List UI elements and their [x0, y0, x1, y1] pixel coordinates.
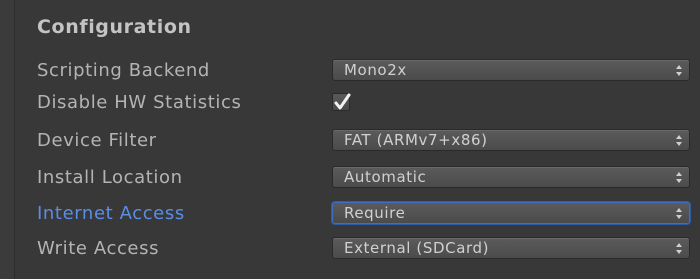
disable-hw-statistics-label: Disable HW Statistics	[37, 92, 242, 113]
configuration-panel: Configuration Scripting Backend Mono2x D…	[14, 0, 700, 279]
write-access-value: External (SDCard)	[344, 239, 490, 257]
install-location-row: Install Location Automatic	[15, 164, 700, 194]
internet-access-row: Internet Access Require	[15, 200, 700, 230]
scripting-backend-dropdown[interactable]: Mono2x	[332, 59, 690, 81]
install-location-dropdown[interactable]: Automatic	[332, 166, 690, 188]
write-access-row: Write Access External (SDCard)	[15, 235, 700, 265]
scripting-backend-label: Scripting Backend	[37, 60, 210, 81]
section-title: Configuration	[37, 16, 192, 38]
device-filter-label: Device Filter	[37, 130, 157, 151]
internet-access-label: Internet Access	[37, 203, 185, 224]
device-filter-dropdown[interactable]: FAT (ARMv7+x86)	[332, 129, 690, 151]
up-down-arrows-icon	[676, 208, 682, 219]
internet-access-value: Require	[344, 204, 406, 222]
up-down-arrows-icon	[676, 65, 682, 76]
write-access-label: Write Access	[37, 238, 160, 259]
scripting-backend-row: Scripting Backend Mono2x	[15, 57, 700, 87]
checkmark-icon	[334, 93, 351, 110]
device-filter-value: FAT (ARMv7+x86)	[344, 131, 488, 149]
disable-hw-statistics-row: Disable HW Statistics	[15, 89, 700, 119]
install-location-value: Automatic	[344, 168, 427, 186]
internet-access-dropdown[interactable]: Require	[332, 202, 690, 224]
disable-hw-statistics-checkbox[interactable]	[332, 93, 351, 111]
up-down-arrows-icon	[676, 172, 682, 183]
install-location-label: Install Location	[37, 167, 183, 188]
write-access-dropdown[interactable]: External (SDCard)	[332, 237, 690, 259]
up-down-arrows-icon	[676, 243, 682, 254]
scripting-backend-value: Mono2x	[344, 61, 407, 79]
device-filter-row: Device Filter FAT (ARMv7+x86)	[15, 127, 700, 157]
up-down-arrows-icon	[676, 135, 682, 146]
